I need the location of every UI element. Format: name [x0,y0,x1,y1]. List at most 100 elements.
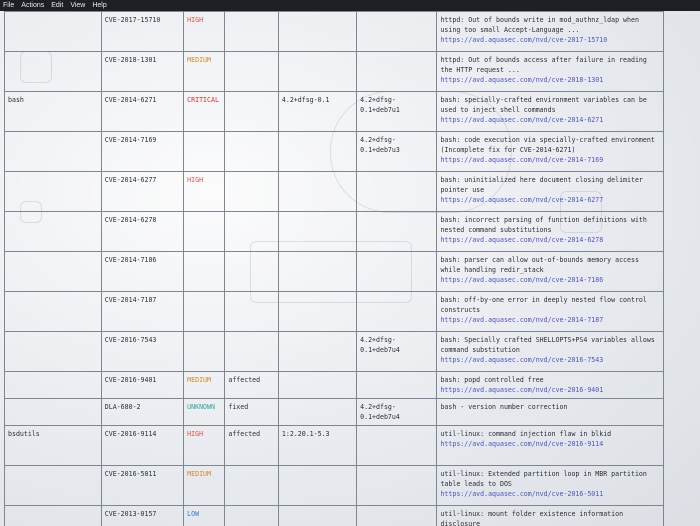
cell-vulnerability-id-text: CVE-2016-9401 [104,376,157,384]
cell-severity: MEDIUM [183,465,226,506]
cell-installed-version: 4.2+dfsg-0.1 [277,91,358,132]
vulnerability-link[interactable]: https://avd.aquasec.com/nvd/cve-2014-718… [440,315,660,325]
cell-installed-version [277,51,358,92]
cell-library: bash [4,91,102,132]
cell-fixed-version [356,211,438,252]
vulnerability-title: bash - version number correction [440,403,568,411]
vulnerability-link[interactable]: https://avd.aquasec.com/nvd/cve-2016-940… [440,385,660,395]
cell-title: httpd: Out of bounds write in mod_authnz… [436,11,664,52]
cell-severity-text: HIGH [187,16,204,24]
menu-help[interactable]: Help [92,0,106,11]
table-row: CVE-2016-9401 MEDIUM affected bash: popd co… [4,371,664,399]
cell-status-text: fixed [228,403,249,411]
cell-library [4,291,102,332]
cell-severity [183,251,226,292]
vulnerability-link[interactable]: https://avd.aquasec.com/nvd/cve-2014-627… [440,195,660,205]
cell-vulnerability-id-text: CVE-2013-0157 [104,510,157,518]
vulnerability-link[interactable]: https://avd.aquasec.com/nvd/cve-2014-627… [440,115,660,125]
vulnerability-title: bash: code execution via specially-craft… [440,136,655,154]
cell-vulnerability-id: CVE-2016-5011 [100,465,185,506]
cell-title: bash - version number correction [436,398,664,426]
cell-fixed-version [356,11,438,52]
table-row: bash CVE-2014-6271 CRITICAL 4.2+dfsg-0.1 4.2… [4,91,664,132]
cell-installed-version [277,505,358,526]
cell-severity: UNKNOWN [183,398,226,426]
cell-title: bash: code execution via specially-craft… [436,131,664,172]
cell-fixed-version [356,425,438,466]
cell-installed-version-text: 4.2+dfsg-0.1 [281,96,330,104]
cell-library [4,171,102,212]
table-row: CVE-2013-0157 LOW util-linux: mount folder… [4,505,664,526]
cell-title: bash: incorrect parsing of function defi… [436,211,664,252]
cell-library-text: bsdutils [8,430,40,438]
cell-status [224,171,279,212]
cell-severity-text: MEDIUM [187,470,211,478]
vulnerability-link[interactable]: https://avd.aquasec.com/nvd/cve-2018-130… [440,75,660,85]
cell-status [224,291,279,332]
menu-bar: File Actions Edit View Help [0,0,700,11]
table-row: CVE-2014-7186 bash: parser can allow out-… [4,251,664,292]
cell-status [224,505,279,526]
cell-installed-version [277,398,358,426]
cell-severity [183,291,226,332]
cell-severity-text: HIGH [187,176,204,184]
table-row: CVE-2014-6277 HIGH bash: uninitialized her… [4,171,664,212]
cell-status-text: affected [228,376,261,384]
cell-library [4,371,102,399]
vulnerability-title: bash: off-by-one error in deeply nested … [440,296,647,314]
cell-vulnerability-id-text: CVE-2016-7543 [104,336,157,344]
cell-library [4,398,102,426]
cell-fixed-version [356,171,438,212]
cell-installed-version [277,171,358,212]
cell-title: bash: off-by-one error in deeply nested … [436,291,664,332]
menu-edit[interactable]: Edit [51,0,63,11]
table-row: CVE-2018-1301 MEDIUM httpd: Out of bounds … [4,51,664,92]
cell-status [224,91,279,132]
cell-library [4,465,102,506]
cell-vulnerability-id: CVE-2016-9114 [100,425,185,466]
cell-vulnerability-id-text: CVE-2014-6277 [104,176,157,184]
cell-vulnerability-id-text: CVE-2014-7169 [104,136,157,144]
cell-severity [183,131,226,172]
cell-status: affected [224,425,279,466]
cell-installed-version [277,211,358,252]
vulnerability-link[interactable]: https://avd.aquasec.com/nvd/cve-2014-718… [440,275,660,285]
cell-installed-version [277,11,358,52]
vulnerability-link[interactable]: https://avd.aquasec.com/nvd/cve-2014-716… [440,155,660,165]
menu-file[interactable]: File [3,0,14,11]
table-row: CVE-2014-7169 4.2+dfsg-0.1+deb7u3 bash: co… [4,131,664,172]
cell-status [224,11,279,52]
menu-view[interactable]: View [70,0,85,11]
cell-installed-version [277,131,358,172]
cell-vulnerability-id: CVE-2013-0157 [100,505,185,526]
vulnerability-link[interactable]: https://avd.aquasec.com/nvd/cve-2014-627… [440,235,660,245]
menu-actions[interactable]: Actions [21,0,44,11]
vulnerability-title: bash: uninitialized here document closin… [440,176,643,194]
cell-fixed-version [356,371,438,399]
cell-fixed-version [356,465,438,506]
cell-status: affected [224,371,279,399]
cell-fixed-version-text: 4.2+dfsg-0.1+deb7u4 [360,336,400,354]
cell-severity: HIGH [183,425,226,466]
cell-vulnerability-id: CVE-2014-7169 [100,131,185,172]
vulnerability-link[interactable]: https://avd.aquasec.com/nvd/cve-2016-754… [440,355,660,365]
vulnerability-link[interactable]: https://avd.aquasec.com/nvd/cve-2016-911… [440,439,660,449]
cell-fixed-version: 4.2+dfsg-0.1+deb7u4 [356,398,438,426]
cell-library [4,131,102,172]
cell-title: util-linux: command injection flaw in bl… [436,425,664,466]
cell-severity: MEDIUM [183,371,226,399]
table-row: CVE-2016-5011 MEDIUM util-linux: Extended … [4,465,664,506]
cell-library: bsdutils [4,425,102,466]
cell-severity-text: UNKNOWN [187,403,215,411]
vulnerability-title: bash: specially-crafted environment vari… [440,96,647,114]
cell-library [4,505,102,526]
cell-library [4,11,102,52]
vulnerability-link[interactable]: https://avd.aquasec.com/nvd/cve-2016-501… [440,489,660,499]
cell-status [224,465,279,506]
vulnerability-link[interactable]: https://avd.aquasec.com/nvd/cve-2017-157… [440,35,660,45]
cell-installed-version [277,291,358,332]
cell-installed-version [277,251,358,292]
cell-status [224,51,279,92]
cell-vulnerability-id-text: DLA-680-2 [104,403,141,411]
cell-library-text: bash [8,96,24,104]
